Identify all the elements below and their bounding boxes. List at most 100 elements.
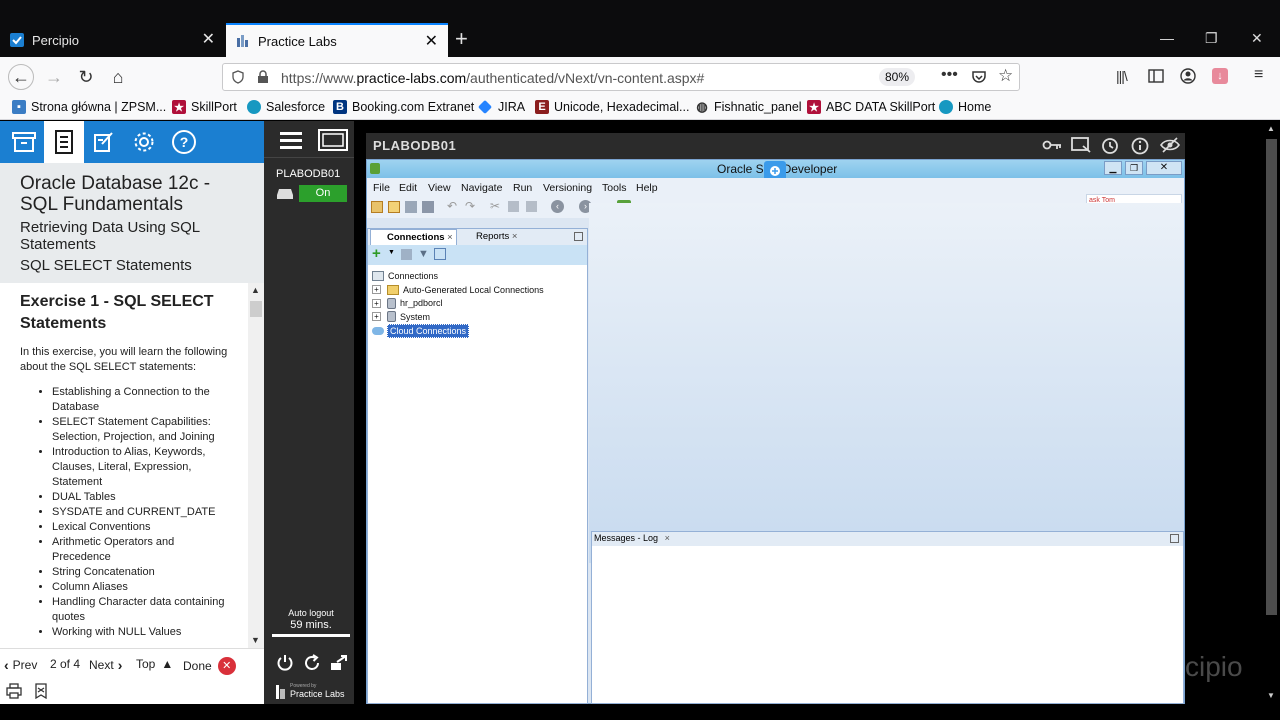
- close-tab-icon[interactable]: ✕: [425, 34, 438, 50]
- minimize-panel-icon[interactable]: [1170, 534, 1179, 543]
- library-icon[interactable]: |||\: [1116, 68, 1128, 84]
- menu-navigate[interactable]: Navigate: [461, 182, 502, 194]
- power-icon[interactable]: [276, 654, 294, 672]
- url-text[interactable]: https://www.practice-labs.com/authentica…: [281, 70, 704, 86]
- back-nav-icon[interactable]: ‹: [551, 200, 564, 213]
- settings-gear-icon[interactable]: [124, 121, 164, 163]
- filter-icon[interactable]: ▼: [418, 248, 429, 260]
- more-actions-icon[interactable]: •••: [941, 66, 958, 84]
- close-window-icon[interactable]: ✕: [1251, 30, 1263, 47]
- screen-resize-icon[interactable]: [1071, 137, 1091, 153]
- menu-versioning[interactable]: Versioning: [543, 182, 592, 194]
- menu-hamburger-icon[interactable]: ≡: [1254, 66, 1263, 84]
- bookmark-item[interactable]: ◍ Fishnatic_panel: [695, 99, 801, 114]
- restore-window-icon[interactable]: ❐: [1205, 30, 1218, 47]
- scroll-up-icon[interactable]: ▲: [1267, 124, 1275, 133]
- minimize-icon[interactable]: ▁: [1104, 161, 1122, 175]
- bookmark-item[interactable]: B Booking.com Extranet: [333, 100, 474, 114]
- tab-reports[interactable]: Reports ×: [462, 231, 517, 242]
- copy-icon[interactable]: [508, 201, 519, 212]
- pocket-icon[interactable]: [971, 69, 987, 85]
- close-tab-icon[interactable]: ✕: [202, 32, 215, 48]
- notes-icon[interactable]: [84, 121, 124, 163]
- close-tab-icon[interactable]: ×: [447, 232, 453, 243]
- info-icon[interactable]: [1131, 137, 1149, 155]
- scrollbar-thumb[interactable]: [1266, 139, 1277, 615]
- content-scrollbar[interactable]: ▲ ▼: [248, 283, 264, 648]
- expand-icon[interactable]: +: [372, 312, 381, 322]
- address-bar[interactable]: https://www.practice-labs.com/authentica…: [222, 63, 1020, 91]
- certificate-icon[interactable]: [33, 683, 49, 699]
- cut-icon[interactable]: ✂: [490, 199, 500, 213]
- close-icon[interactable]: ✕: [1146, 161, 1182, 175]
- sidebar-icon[interactable]: [1148, 69, 1164, 83]
- restart-icon[interactable]: [303, 654, 321, 672]
- power-toggle[interactable]: On: [299, 185, 347, 202]
- menu-edit[interactable]: Edit: [399, 182, 417, 194]
- new-tab-icon[interactable]: +: [455, 28, 468, 50]
- dropdown-arrow-icon[interactable]: ▼: [388, 249, 395, 256]
- close-tab-icon[interactable]: ×: [512, 231, 518, 242]
- lock-icon[interactable]: [257, 70, 269, 84]
- help-icon[interactable]: ?: [164, 121, 204, 163]
- bookmark-item[interactable]: ▪ Strona główna | ZPSM...: [12, 100, 166, 114]
- tree-node-auto-generated[interactable]: + Auto-Generated Local Connections: [372, 283, 544, 297]
- reload-icon[interactable]: ↻: [74, 65, 98, 89]
- scroll-up-icon[interactable]: ▲: [251, 285, 260, 295]
- minimize-window-icon[interactable]: —: [1160, 30, 1174, 46]
- scroll-down-icon[interactable]: ▼: [251, 635, 260, 645]
- expand-icon[interactable]: +: [372, 298, 381, 308]
- minimize-panel-icon[interactable]: [574, 232, 583, 241]
- back-arrow-icon[interactable]: ←: [8, 64, 34, 90]
- scroll-down-icon[interactable]: ▼: [1267, 691, 1275, 700]
- tab-messages-log[interactable]: Messages - Log ×: [594, 533, 670, 543]
- tree-node-connections[interactable]: Connections: [372, 269, 544, 283]
- close-tab-icon[interactable]: ×: [665, 533, 670, 543]
- bookmark-item[interactable]: Home: [939, 100, 991, 114]
- bookmark-item[interactable]: ★ SkillPort: [172, 100, 237, 114]
- revert-icon[interactable]: [1101, 137, 1119, 155]
- tree-node-hr-pdborcl[interactable]: + hr_pdborcl: [372, 296, 544, 310]
- prev-button[interactable]: ‹ Prev: [4, 657, 37, 673]
- tree-node-cloud-connections[interactable]: Cloud Connections: [372, 323, 544, 338]
- key-icon[interactable]: [1042, 137, 1062, 153]
- tree-node-system[interactable]: + System: [372, 310, 544, 324]
- menu-hamburger-icon[interactable]: [280, 131, 302, 149]
- menu-tools[interactable]: Tools: [602, 182, 627, 194]
- archive-icon[interactable]: [4, 121, 44, 163]
- top-button[interactable]: Top ▲: [136, 657, 173, 671]
- bookmark-item[interactable]: ★ ABC DATA SkillPort: [807, 100, 935, 114]
- send-keys-icon[interactable]: [330, 654, 348, 672]
- home-icon[interactable]: ⌂: [106, 65, 130, 89]
- bookmark-item[interactable]: E Unicode, Hexadecimal...: [535, 100, 689, 114]
- menu-help[interactable]: Help: [636, 182, 658, 194]
- new-file-icon[interactable]: [371, 201, 383, 213]
- tab-connections[interactable]: Connections ×: [370, 229, 457, 245]
- fullscreen-icon[interactable]: [318, 129, 348, 151]
- restore-icon[interactable]: ❐: [1125, 161, 1143, 175]
- tab-practice-labs[interactable]: Practice Labs ✕: [226, 23, 448, 57]
- undo-icon[interactable]: ↶: [447, 199, 457, 213]
- paste-icon[interactable]: [526, 201, 537, 212]
- schema-browser-icon[interactable]: [434, 248, 446, 260]
- zoom-level-badge[interactable]: 80%: [879, 68, 915, 86]
- scrollbar-thumb[interactable]: [250, 301, 262, 317]
- forward-arrow-icon[interactable]: →: [42, 65, 66, 89]
- tab-percipio[interactable]: Percipio ✕: [0, 23, 225, 57]
- next-button[interactable]: Next ›: [89, 657, 122, 673]
- bookmark-item[interactable]: Salesforce: [247, 100, 325, 114]
- shield-icon[interactable]: [231, 70, 245, 84]
- open-folder-icon[interactable]: [388, 201, 400, 213]
- done-button[interactable]: Done ✕: [183, 657, 236, 675]
- menu-run[interactable]: Run: [513, 182, 532, 194]
- save-icon[interactable]: [405, 201, 417, 213]
- account-icon[interactable]: [1180, 68, 1196, 84]
- redo-icon[interactable]: ↷: [465, 199, 475, 213]
- hide-eye-icon[interactable]: [1160, 137, 1180, 153]
- save-all-icon[interactable]: [422, 201, 434, 213]
- refresh-icon[interactable]: [401, 249, 412, 260]
- menu-file[interactable]: File: [373, 182, 390, 194]
- bookmark-star-icon[interactable]: ☆: [998, 66, 1013, 86]
- page-scrollbar[interactable]: ▲ ▼: [1263, 121, 1280, 704]
- menu-view[interactable]: View: [428, 182, 451, 194]
